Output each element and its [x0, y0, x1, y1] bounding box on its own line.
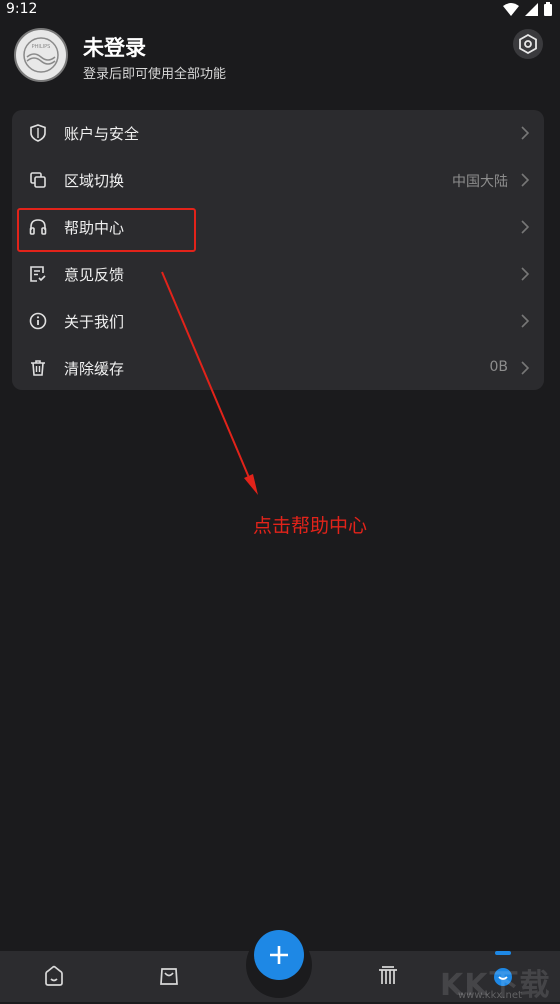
add-button[interactable]	[254, 930, 304, 980]
menu-item-clear-cache[interactable]: 清除缓存 0B	[12, 345, 544, 392]
add-icon	[270, 946, 288, 964]
menu-label-clear-cache: 清除缓存	[64, 360, 125, 378]
settings-button[interactable]	[513, 29, 543, 59]
chevron-right-icon	[521, 314, 530, 328]
menu-item-feedback[interactable]: 意见反馈	[12, 251, 544, 298]
annotation-text: 点击帮助中心	[253, 515, 368, 537]
chevron-right-icon	[521, 220, 530, 234]
battery-icon	[544, 2, 552, 16]
avatar[interactable]: PHILIPS	[14, 28, 68, 82]
profile-subtitle: 登录后即可使用全部功能	[83, 67, 227, 82]
menu-value-cache-size: 0B	[489, 359, 508, 375]
menu-item-account-security[interactable]: 账户与安全	[12, 110, 544, 157]
profile-name[interactable]: 未登录	[83, 32, 146, 62]
trash-icon	[31, 360, 45, 376]
wifi-icon	[503, 2, 519, 16]
feedback-icon	[30, 266, 46, 282]
kitchen-icon[interactable]	[376, 964, 400, 988]
copy-icon	[30, 172, 46, 188]
avatar-logo-text: PHILIPS	[32, 44, 51, 50]
menu-label-feedback: 意见反馈	[64, 266, 125, 284]
signal-icon	[525, 2, 538, 16]
chevron-right-icon	[521, 361, 530, 375]
shield-icon	[30, 124, 46, 142]
tab-active-indicator	[495, 951, 511, 955]
status-icons	[503, 2, 552, 16]
watermark-url: www.kkx.net	[458, 990, 522, 1001]
chevron-right-icon	[521, 173, 530, 187]
profile-header[interactable]: PHILIPS 未登录 登录后即可使用全部功能	[0, 22, 560, 92]
status-bar: 9:12	[0, 0, 560, 20]
home-icon[interactable]	[42, 964, 66, 988]
shop-icon[interactable]	[157, 964, 181, 988]
info-icon	[29, 312, 47, 330]
chevron-right-icon	[521, 126, 530, 140]
chevron-right-icon	[521, 267, 530, 281]
menu-label-about-us: 关于我们	[64, 313, 125, 331]
menu-item-about-us[interactable]: 关于我们	[12, 298, 544, 345]
menu-label-region-switch: 区域切换	[64, 172, 125, 190]
menu-value-region: 中国大陆	[452, 174, 508, 190]
menu-item-region-switch[interactable]: 区域切换 中国大陆	[12, 157, 544, 204]
gear-icon	[519, 34, 537, 54]
philips-logo-icon: PHILIPS	[23, 37, 59, 73]
status-time: 9:12	[6, 1, 38, 17]
annotation-highlight-box	[17, 208, 196, 252]
menu-label-account-security: 账户与安全	[64, 125, 140, 143]
